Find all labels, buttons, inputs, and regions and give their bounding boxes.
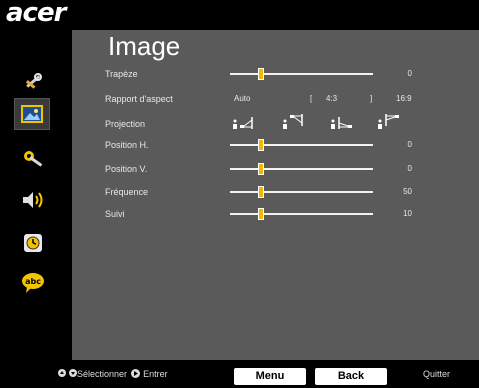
svg-text:abc: abc — [25, 277, 41, 286]
trapeze-slider-knob[interactable] — [258, 68, 264, 80]
suivi-label: Suivi — [105, 209, 125, 219]
frequence-slider-knob[interactable] — [258, 186, 264, 198]
enter-label: Entrer — [143, 369, 168, 379]
rear-ceiling-icon[interactable] — [377, 112, 401, 132]
aspect-ratio-label: Rapport d'aspect — [105, 94, 173, 104]
suivi-row[interactable]: Suivi 10 — [72, 206, 479, 222]
suivi-slider-knob[interactable] — [258, 208, 264, 220]
suivi-value: 10 — [403, 209, 412, 218]
enter-arrow-icon — [130, 369, 140, 378]
position-h-slider[interactable] — [230, 139, 373, 151]
speaker-icon[interactable] — [20, 187, 46, 213]
timer-icon[interactable] — [20, 230, 46, 256]
select-hint: Sélectionner Entrer — [77, 369, 168, 379]
position-v-slider-knob[interactable] — [258, 163, 264, 175]
position-h-row[interactable]: Position H. 0 — [72, 137, 479, 153]
quit-label: Quitter — [423, 369, 451, 379]
menu-button[interactable]: Menu — [234, 368, 306, 385]
up-down-arrows-icon — [58, 368, 78, 380]
page-title: Image — [108, 31, 181, 61]
acer-logo: acer — [6, 0, 66, 28]
frequence-value: 50 — [403, 187, 412, 196]
aspect-bracket-right: ] — [370, 94, 373, 103]
header-bar: acer — [0, 0, 479, 30]
aspect-option-16-9[interactable]: 16:9 — [396, 91, 412, 107]
image-menu-panel: Image Trapèze 0 Rapport d'aspect Auto [ … — [72, 30, 479, 360]
back-button[interactable]: Back — [315, 368, 387, 385]
projection-row[interactable]: Projection — [72, 114, 479, 132]
aspect-option-auto[interactable]: Auto — [234, 91, 250, 107]
position-h-slider-knob[interactable] — [258, 139, 264, 151]
frequence-label: Fréquence — [105, 187, 149, 197]
position-v-label: Position V. — [105, 164, 148, 174]
rear-desk-icon[interactable] — [330, 112, 354, 132]
select-label: Sélectionner — [77, 369, 128, 379]
trapeze-slider[interactable] — [230, 68, 373, 80]
aspect-bracket-left: [ — [310, 94, 313, 103]
footer-bar: Sélectionner Entrer Menu Back Quitter — [0, 360, 479, 388]
suivi-slider[interactable] — [230, 208, 373, 220]
image-icon[interactable] — [14, 98, 50, 130]
frequence-row[interactable]: Fréquence 50 — [72, 184, 479, 200]
position-h-value: 0 — [407, 140, 412, 149]
sidebar: abc — [0, 30, 68, 360]
trapeze-row[interactable]: Trapèze 0 — [72, 66, 479, 82]
projection-label: Projection — [105, 119, 146, 129]
aspect-ratio-row[interactable]: Rapport d'aspect Auto [ 4:3 ] 16:9 — [72, 91, 479, 107]
front-desk-icon[interactable] — [232, 112, 256, 132]
language-abc-icon[interactable]: abc — [20, 270, 46, 296]
settings-gear-icon[interactable] — [20, 146, 46, 172]
frequence-slider[interactable] — [230, 186, 373, 198]
trapeze-label: Trapèze — [105, 69, 138, 79]
trapeze-value: 0 — [407, 69, 412, 78]
position-v-row[interactable]: Position V. 0 — [72, 161, 479, 177]
position-h-label: Position H. — [105, 140, 149, 150]
position-v-value: 0 — [407, 164, 412, 173]
aspect-option-4-3[interactable]: 4:3 — [326, 91, 337, 107]
front-ceiling-icon[interactable] — [282, 112, 306, 132]
position-v-slider[interactable] — [230, 163, 373, 175]
wrench-pencil-icon[interactable] — [20, 68, 46, 94]
